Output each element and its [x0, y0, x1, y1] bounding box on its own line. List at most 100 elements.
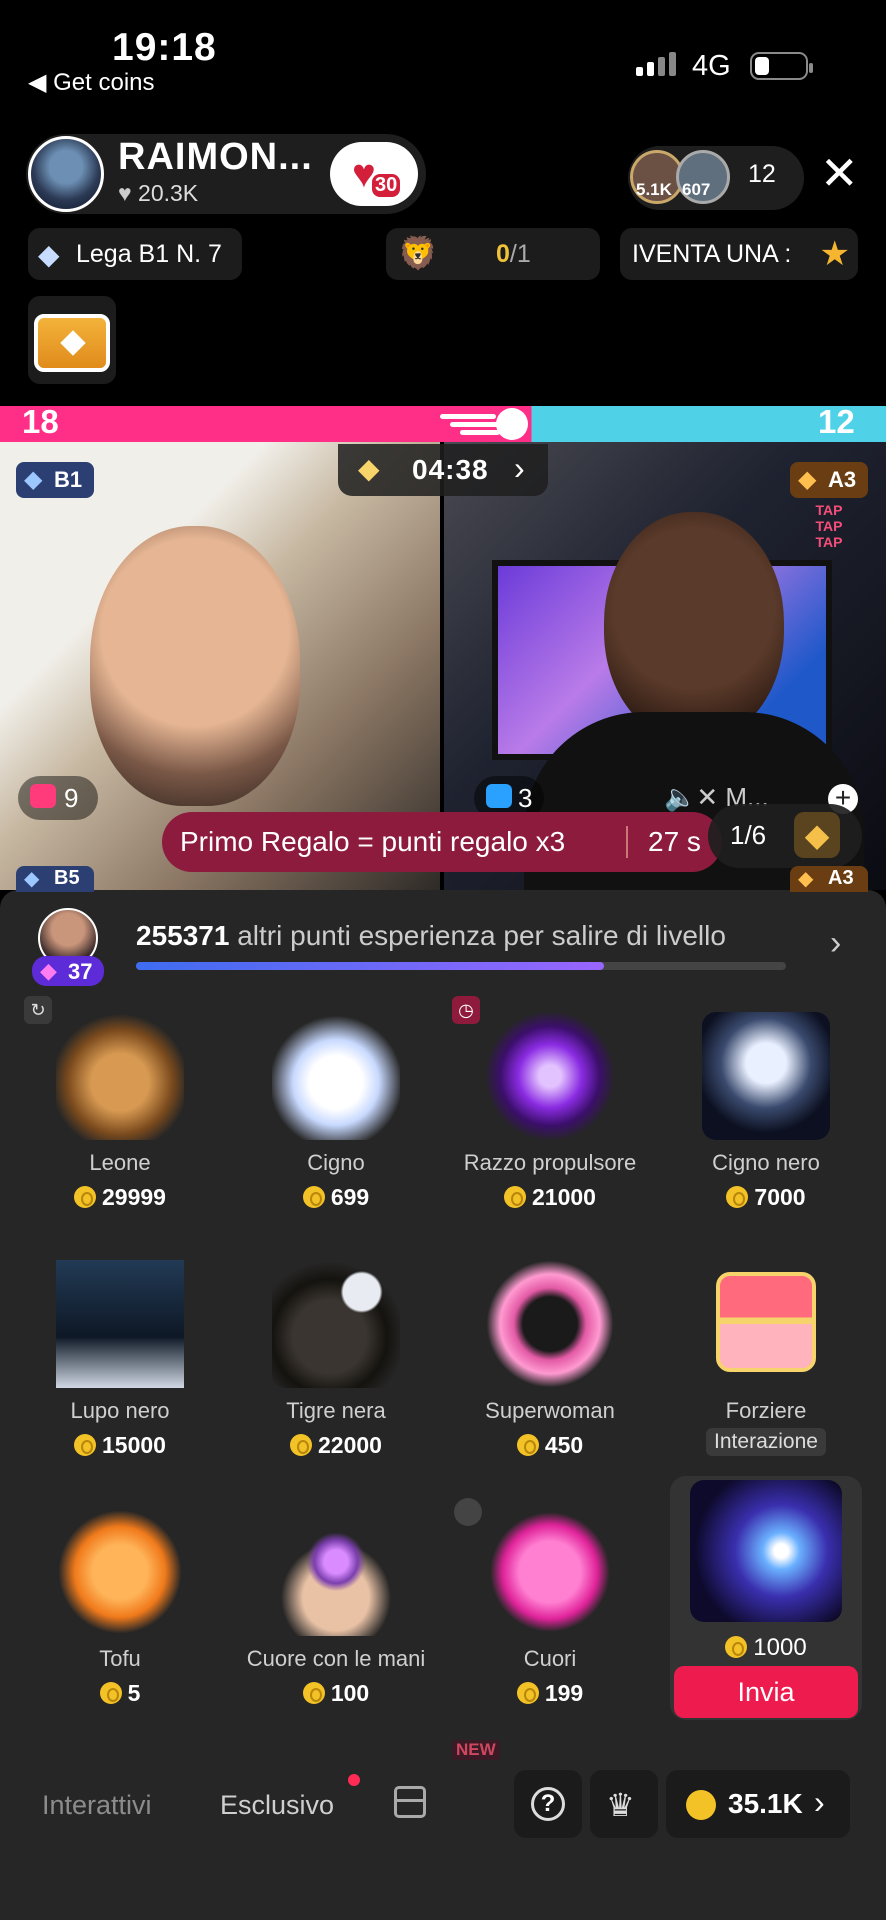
- wolf-icon: [56, 1260, 184, 1388]
- league-badge-label: B1: [54, 467, 83, 492]
- heart-hands-icon: [272, 1508, 400, 1636]
- notification-dot: [348, 1774, 360, 1786]
- league-badge-label: B5: [54, 867, 80, 889]
- left-gift-count: 9: [64, 783, 79, 813]
- xp-progress-fill: [136, 962, 604, 970]
- gift-name: Tofu: [99, 1646, 141, 1671]
- gift-item[interactable]: Cuore con le mani 100: [228, 1496, 444, 1736]
- coin-icon: [516, 1682, 539, 1704]
- gift-name: Cigno nero: [712, 1150, 820, 1175]
- battle-timer[interactable]: ◆ 04:38 ›: [338, 444, 548, 496]
- tab-esclusivo[interactable]: Esclusivo: [220, 1790, 334, 1821]
- xp-points: 255371: [136, 920, 230, 951]
- treasure-chest-icon: [716, 1272, 816, 1372]
- coin-icon: [726, 1186, 749, 1208]
- goal-chip[interactable]: 🦁 0/1: [386, 228, 600, 280]
- treasure-chest-button[interactable]: [28, 296, 116, 384]
- coin-icon: [516, 1434, 539, 1456]
- gift-price-value: 100: [330, 1680, 370, 1706]
- selected-gift-price-value: 1000: [753, 1634, 807, 1661]
- host-avatar[interactable]: [28, 136, 104, 212]
- coin-icon: [302, 1682, 325, 1704]
- battery-icon: [750, 52, 813, 80]
- close-icon[interactable]: ✕: [820, 148, 859, 198]
- promo-banner[interactable]: Primo Regalo = punti regalo x3 27 s: [162, 812, 722, 872]
- gift-price-value: 15000: [102, 1432, 166, 1458]
- host-name: RAIMON...: [118, 136, 313, 178]
- gift-price: 100: [228, 1680, 444, 1707]
- gift-item[interactable]: Cigno 699: [228, 1000, 444, 1240]
- gift-name: Superwoman: [485, 1398, 615, 1423]
- user-level-badge: ◆ 37: [32, 956, 104, 986]
- gift-item[interactable]: Razzo propulsore 21000: [442, 1000, 658, 1240]
- gift-pager[interactable]: 1/6 ◆: [708, 804, 862, 868]
- gift-name: Cuori: [523, 1646, 577, 1671]
- banner-chip[interactable]: IVENTA UNA : ★: [620, 228, 858, 280]
- host-likes: ♥ 20.3K: [118, 180, 198, 207]
- gift-item[interactable]: Cigno nero 7000: [658, 1000, 874, 1240]
- gift-price-value: 699: [330, 1184, 370, 1210]
- coin-icon: [99, 1682, 122, 1704]
- gift-item[interactable]: Leone 29999: [12, 1000, 228, 1240]
- follow-like-button[interactable]: ♥ 30: [330, 142, 418, 206]
- tab-interattivi[interactable]: Interattivi: [42, 1790, 152, 1821]
- league-label: Lega B1 N. 7: [76, 240, 222, 268]
- host-likes-count: 20.3K: [138, 180, 199, 206]
- xp-description: altri punti esperienza per salire di liv…: [237, 920, 726, 951]
- gift-item[interactable]: Cuori 199: [442, 1496, 658, 1736]
- back-to-app-link[interactable]: ◀ Get coins: [28, 68, 155, 97]
- help-button[interactable]: ?: [514, 1770, 582, 1838]
- league-chip[interactable]: ◆ Lega B1 N. 7: [28, 228, 242, 280]
- top-viewer-score: 607: [682, 180, 711, 199]
- gift-price-value: 5: [127, 1680, 141, 1706]
- promo-countdown: 27 s: [648, 826, 701, 857]
- gift-name: Lupo nero: [70, 1398, 170, 1423]
- toolbox-icon[interactable]: [394, 1786, 426, 1818]
- gift-name: Razzo propulsore: [463, 1150, 637, 1175]
- gift-price: 29999: [12, 1184, 228, 1211]
- gift-price: 21000: [442, 1184, 658, 1211]
- diamond-icon: ◆: [38, 239, 60, 270]
- tiger-icon: [272, 1260, 400, 1388]
- gift-price-value: 22000: [318, 1432, 382, 1458]
- planet-icon: ★: [819, 235, 850, 273]
- signal-icon: [636, 52, 676, 76]
- score-left: 18: [22, 403, 59, 440]
- like-badge-count: 30: [372, 174, 401, 197]
- chevron-right-icon: ›: [514, 450, 525, 486]
- gift-name: Forziere: [725, 1398, 807, 1423]
- live-screen: 19:18 ◀ Get coins 4G RAIMON... ♥ 20.3K ♥…: [0, 0, 886, 1920]
- tap-tap-sticker[interactable]: TAP TAP TAP: [808, 502, 850, 550]
- streak-icon: [440, 408, 532, 440]
- coin-icon: [74, 1434, 97, 1456]
- gift-item[interactable]: Tofu 5: [12, 1496, 228, 1736]
- goal-progress: 0/1: [496, 240, 531, 269]
- diamond-icon: ◆: [24, 466, 43, 493]
- gift-item[interactable]: Superwoman 450: [442, 1248, 658, 1488]
- chevron-right-icon[interactable]: ›: [830, 924, 841, 963]
- gift-item[interactable]: Tigre nera 22000: [228, 1248, 444, 1488]
- gift-price: 7000: [658, 1184, 874, 1211]
- right-gift-count: 3: [518, 783, 533, 813]
- xp-text[interactable]: 255371 altri punti esperienza per salire…: [136, 920, 726, 952]
- goal-total: /1: [509, 240, 531, 268]
- superwoman-icon: [486, 1260, 614, 1388]
- gift-name: Tigre nera: [286, 1398, 386, 1423]
- coin-balance-button[interactable]: 35.1K ›: [666, 1770, 850, 1838]
- coin-balance: 35.1K: [728, 1788, 803, 1819]
- gift-item[interactable]: Lupo nero 15000: [12, 1248, 228, 1488]
- xp-progress-bar: [136, 962, 786, 970]
- gift-price-value: 450: [544, 1432, 584, 1458]
- galaxy-icon: [690, 1480, 842, 1622]
- gift-item[interactable]: Forziere Interazione: [658, 1248, 874, 1488]
- battle-icon: ◆: [358, 453, 380, 484]
- score-right: 12: [818, 403, 855, 440]
- crown-button[interactable]: ♛: [590, 1770, 658, 1838]
- top-viewer-score: 5.1K: [636, 180, 672, 199]
- send-gift-button[interactable]: Invia: [674, 1666, 858, 1718]
- timer-text: 04:38: [412, 454, 489, 485]
- cat-icon: [56, 1508, 184, 1636]
- gift-box-icon: [30, 784, 56, 808]
- new-tag: NEW: [452, 1740, 500, 1760]
- selected-gift-price: 1000: [670, 1634, 862, 1662]
